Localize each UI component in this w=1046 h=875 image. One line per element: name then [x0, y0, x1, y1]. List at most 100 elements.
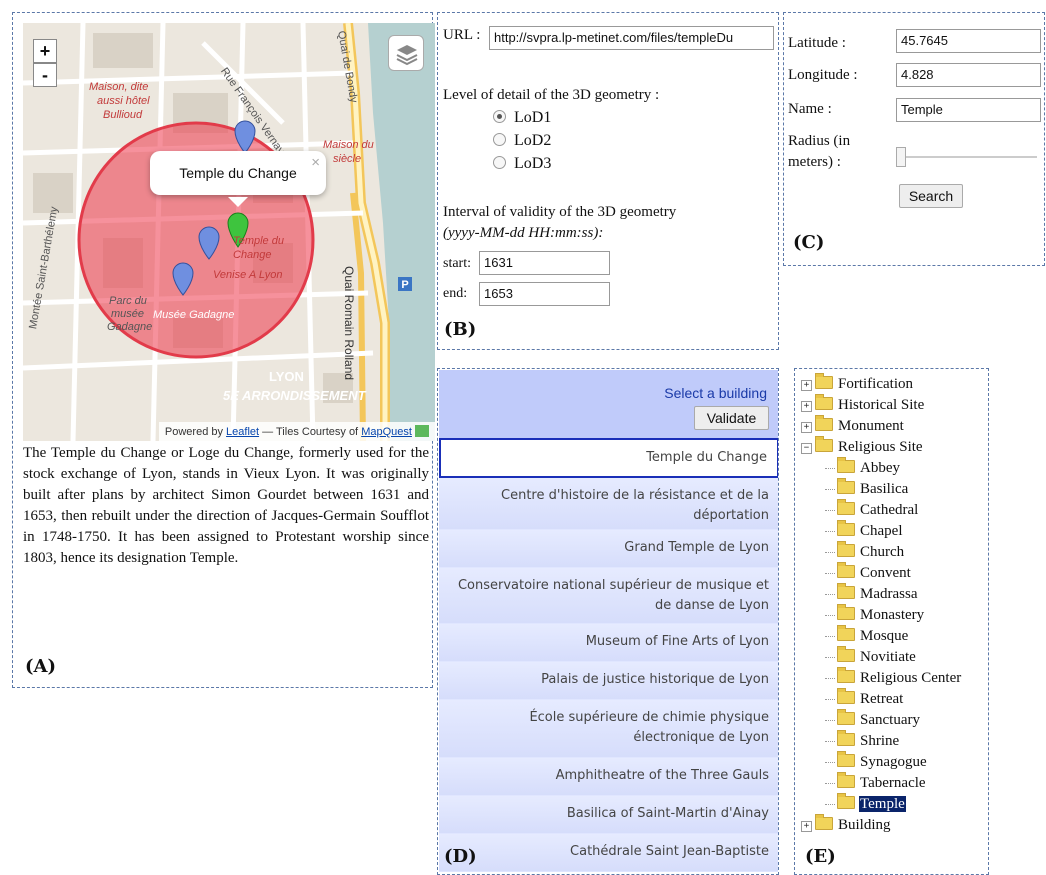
map-label: aussi hôtel: [97, 95, 150, 107]
collapse-icon[interactable]: −: [801, 443, 812, 454]
radio-checked-icon[interactable]: [493, 110, 506, 123]
lod-option-2[interactable]: LoD2: [493, 132, 551, 150]
latitude-input[interactable]: 45.7645: [896, 29, 1041, 53]
radius-slider[interactable]: [896, 147, 1037, 167]
tree-node-label[interactable]: Building: [837, 817, 892, 833]
zoom-in-button[interactable]: +: [33, 39, 57, 63]
tree-leaf-label[interactable]: Monastery: [859, 607, 925, 623]
tree-leaf-label[interactable]: Madrassa: [859, 586, 918, 602]
lod-option-label: LoD1: [514, 109, 552, 126]
map-label: 5E ARRONDISSEMENT: [223, 388, 366, 403]
popup-close-icon[interactable]: ×: [311, 141, 320, 185]
start-input[interactable]: 1631: [479, 251, 610, 275]
tree-leaf-label[interactable]: Tabernacle: [859, 775, 927, 791]
slider-handle[interactable]: [896, 147, 906, 167]
tree-leaf[interactable]: Religious Center: [801, 667, 962, 689]
tree-leaf-label[interactable]: Shrine: [859, 733, 900, 749]
tree-leaf-label[interactable]: Sanctuary: [859, 712, 921, 728]
building-list-item[interactable]: Cathédrale Saint Jean-Baptiste: [439, 834, 778, 872]
name-input[interactable]: Temple: [896, 98, 1041, 122]
map-attribution: Powered by Leaflet — Tiles Courtesy of M…: [158, 422, 435, 441]
tree-leaf[interactable]: Shrine: [801, 730, 962, 752]
lod-option-1[interactable]: LoD1: [493, 109, 551, 127]
tree-leaf[interactable]: Convent: [801, 562, 962, 584]
building-list-item[interactable]: Grand Temple de Lyon: [439, 530, 778, 568]
search-button[interactable]: Search: [899, 184, 963, 208]
folder-icon: [837, 583, 855, 599]
layers-icon: [396, 45, 418, 66]
tree-node[interactable]: + Monument: [801, 415, 962, 437]
parking-icon: P: [401, 279, 408, 291]
folder-icon: [837, 499, 855, 515]
zoom-out-button[interactable]: -: [33, 63, 57, 87]
tree-leaf[interactable]: Mosque: [801, 625, 962, 647]
tree-leaf[interactable]: Chapel: [801, 520, 962, 542]
leaflet-link[interactable]: Leaflet: [226, 426, 259, 438]
mapquest-link[interactable]: MapQuest: [361, 426, 412, 438]
expand-icon[interactable]: +: [801, 380, 812, 391]
latitude-label: Latitude :: [788, 35, 846, 51]
end-input[interactable]: 1653: [479, 282, 610, 306]
tree-leaf[interactable]: Novitiate: [801, 646, 962, 668]
tree-leaf-label[interactable]: Synagogue: [859, 754, 928, 770]
popup-text: Temple du Change: [179, 165, 297, 181]
layers-button[interactable]: [388, 35, 424, 71]
tree-leaf-label[interactable]: Church: [859, 544, 905, 560]
tree-node-label[interactable]: Religious Site: [837, 439, 924, 455]
map-label: musée: [111, 308, 145, 320]
tree-connector: [825, 678, 835, 679]
expand-icon[interactable]: +: [801, 821, 812, 832]
tree-leaf[interactable]: Cathedral: [801, 499, 962, 521]
tree-leaf-label[interactable]: Convent: [859, 565, 912, 581]
expand-icon[interactable]: +: [801, 401, 812, 412]
panel-d-building-list: Select a building Validate Temple du Cha…: [437, 368, 779, 875]
tree-leaf[interactable]: Tabernacle: [801, 772, 962, 794]
tree-leaf-label[interactable]: Cathedral: [859, 502, 919, 518]
tree-leaf[interactable]: Synagogue: [801, 751, 962, 773]
tree-leaf[interactable]: Sanctuary: [801, 709, 962, 731]
building-list-item[interactable]: Amphitheatre of the Three Gauls: [439, 758, 778, 796]
radio-icon[interactable]: [493, 133, 506, 146]
tree-leaf-label[interactable]: Retreat: [859, 691, 904, 707]
tree-leaf[interactable]: Church: [801, 541, 962, 563]
building-list-item[interactable]: Centre d'histoire de la résistance et de…: [439, 478, 778, 530]
tree-leaf-label[interactable]: Temple: [859, 796, 906, 812]
tree-connector: [825, 657, 835, 658]
validate-button[interactable]: Validate: [694, 406, 769, 430]
tree-leaf-label[interactable]: Abbey: [859, 460, 901, 476]
lod-option-3[interactable]: LoD3: [493, 155, 551, 173]
tree-node-label[interactable]: Monument: [837, 418, 905, 434]
building-list-item[interactable]: Museum of Fine Arts of Lyon: [439, 624, 778, 662]
tree-node[interactable]: − Religious Site: [801, 436, 962, 458]
tree-connector: [825, 783, 835, 784]
building-list-item[interactable]: Temple du Change: [439, 438, 778, 478]
expand-icon[interactable]: +: [801, 422, 812, 433]
tree-leaf[interactable]: Abbey: [801, 457, 962, 479]
tree-node-label[interactable]: Fortification: [837, 376, 914, 392]
tree-connector: [825, 741, 835, 742]
tree-node[interactable]: + Building: [801, 814, 962, 836]
tree-leaf[interactable]: Basilica: [801, 478, 962, 500]
tree-node-label[interactable]: Historical Site: [837, 397, 925, 413]
tree-leaf-label[interactable]: Basilica: [859, 481, 909, 497]
tree-leaf[interactable]: Temple: [801, 793, 962, 815]
folder-icon: [837, 709, 855, 725]
tree-leaf[interactable]: Monastery: [801, 604, 962, 626]
building-list-item[interactable]: Palais de justice historique de Lyon: [439, 662, 778, 700]
building-list-item[interactable]: Basilica of Saint-Martin d'Ainay: [439, 796, 778, 834]
radio-icon[interactable]: [493, 156, 506, 169]
building-list-item[interactable]: Conservatoire national supérieur de musi…: [439, 568, 778, 624]
tree-leaf[interactable]: Retreat: [801, 688, 962, 710]
longitude-input[interactable]: 4.828: [896, 63, 1041, 87]
tree-leaf-label[interactable]: Novitiate: [859, 649, 917, 665]
building-list-item[interactable]: École supérieure de chimie physique élec…: [439, 700, 778, 758]
map-view[interactable]: P Maison, dite aussi hôtel Bullioud Rue …: [23, 23, 435, 441]
map-label: LYON: [269, 369, 304, 384]
tree-node[interactable]: + Historical Site: [801, 394, 962, 416]
tree-leaf-label[interactable]: Mosque: [859, 628, 909, 644]
tree-node[interactable]: + Fortification: [801, 373, 962, 395]
url-input[interactable]: http://svpra.lp-metinet.com/files/temple…: [489, 26, 774, 50]
tree-leaf-label[interactable]: Religious Center: [859, 670, 962, 686]
tree-leaf-label[interactable]: Chapel: [859, 523, 904, 539]
tree-leaf[interactable]: Madrassa: [801, 583, 962, 605]
